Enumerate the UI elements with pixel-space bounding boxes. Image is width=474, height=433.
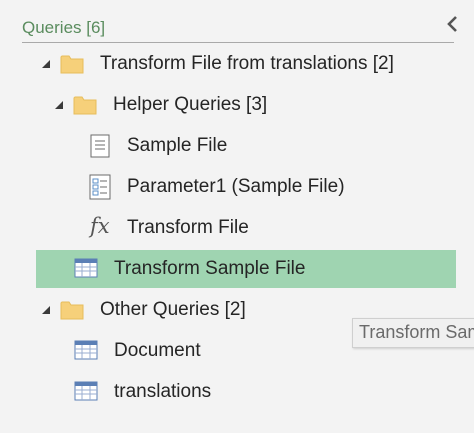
collapse-pane-button[interactable] bbox=[444, 12, 462, 36]
pane-divider bbox=[22, 42, 454, 43]
expanded-triangle-icon[interactable] bbox=[40, 58, 52, 70]
tree-item-parameter1[interactable]: Parameter1 (Sample File) bbox=[36, 168, 456, 206]
expanded-triangle-icon[interactable] bbox=[53, 99, 65, 111]
tree-item-label: Other Queries [2] bbox=[100, 299, 246, 320]
tree-item-label: Document bbox=[114, 340, 201, 361]
parameter-icon bbox=[89, 174, 111, 200]
tree-item-transform-sample-file[interactable]: Transform Sample File bbox=[36, 250, 456, 288]
table-icon bbox=[74, 381, 98, 401]
tree-item-label: Transform Sample File bbox=[114, 258, 306, 279]
tree-item-translations[interactable]: translations bbox=[36, 373, 456, 411]
tree-item-label: Sample File bbox=[127, 135, 228, 156]
chevron-left-icon bbox=[447, 16, 457, 32]
document-icon bbox=[90, 134, 110, 158]
folder-icon bbox=[60, 55, 84, 74]
table-icon bbox=[74, 258, 98, 278]
tooltip-text: Transform Sample File bbox=[359, 322, 474, 342]
queries-pane-header: Queries [6] bbox=[0, 0, 474, 44]
expanded-triangle-icon[interactable] bbox=[40, 304, 52, 316]
folder-icon bbox=[73, 96, 97, 115]
tree-item-label: Transform File from translations [2] bbox=[100, 53, 394, 74]
tree-item-label: translations bbox=[114, 381, 212, 402]
tree-item-helper-queries[interactable]: Helper Queries [3] bbox=[36, 86, 456, 124]
tooltip: Transform Sample File bbox=[352, 318, 474, 348]
folder-icon bbox=[60, 301, 84, 320]
pane-title: Queries [6] bbox=[22, 18, 106, 37]
tree-item-label: Transform File bbox=[127, 217, 249, 238]
tree-item-label: Helper Queries [3] bbox=[113, 94, 268, 115]
function-icon: fx bbox=[90, 214, 110, 238]
table-icon bbox=[74, 340, 98, 360]
tree-item-sample-file[interactable]: Sample File bbox=[36, 127, 456, 165]
tree-item-label: Parameter1 (Sample File) bbox=[127, 176, 345, 197]
tree-item-transform-file[interactable]: fx Transform File bbox=[36, 209, 456, 247]
tree-item-transform-file-group[interactable]: Transform File from translations [2] bbox=[36, 45, 456, 83]
